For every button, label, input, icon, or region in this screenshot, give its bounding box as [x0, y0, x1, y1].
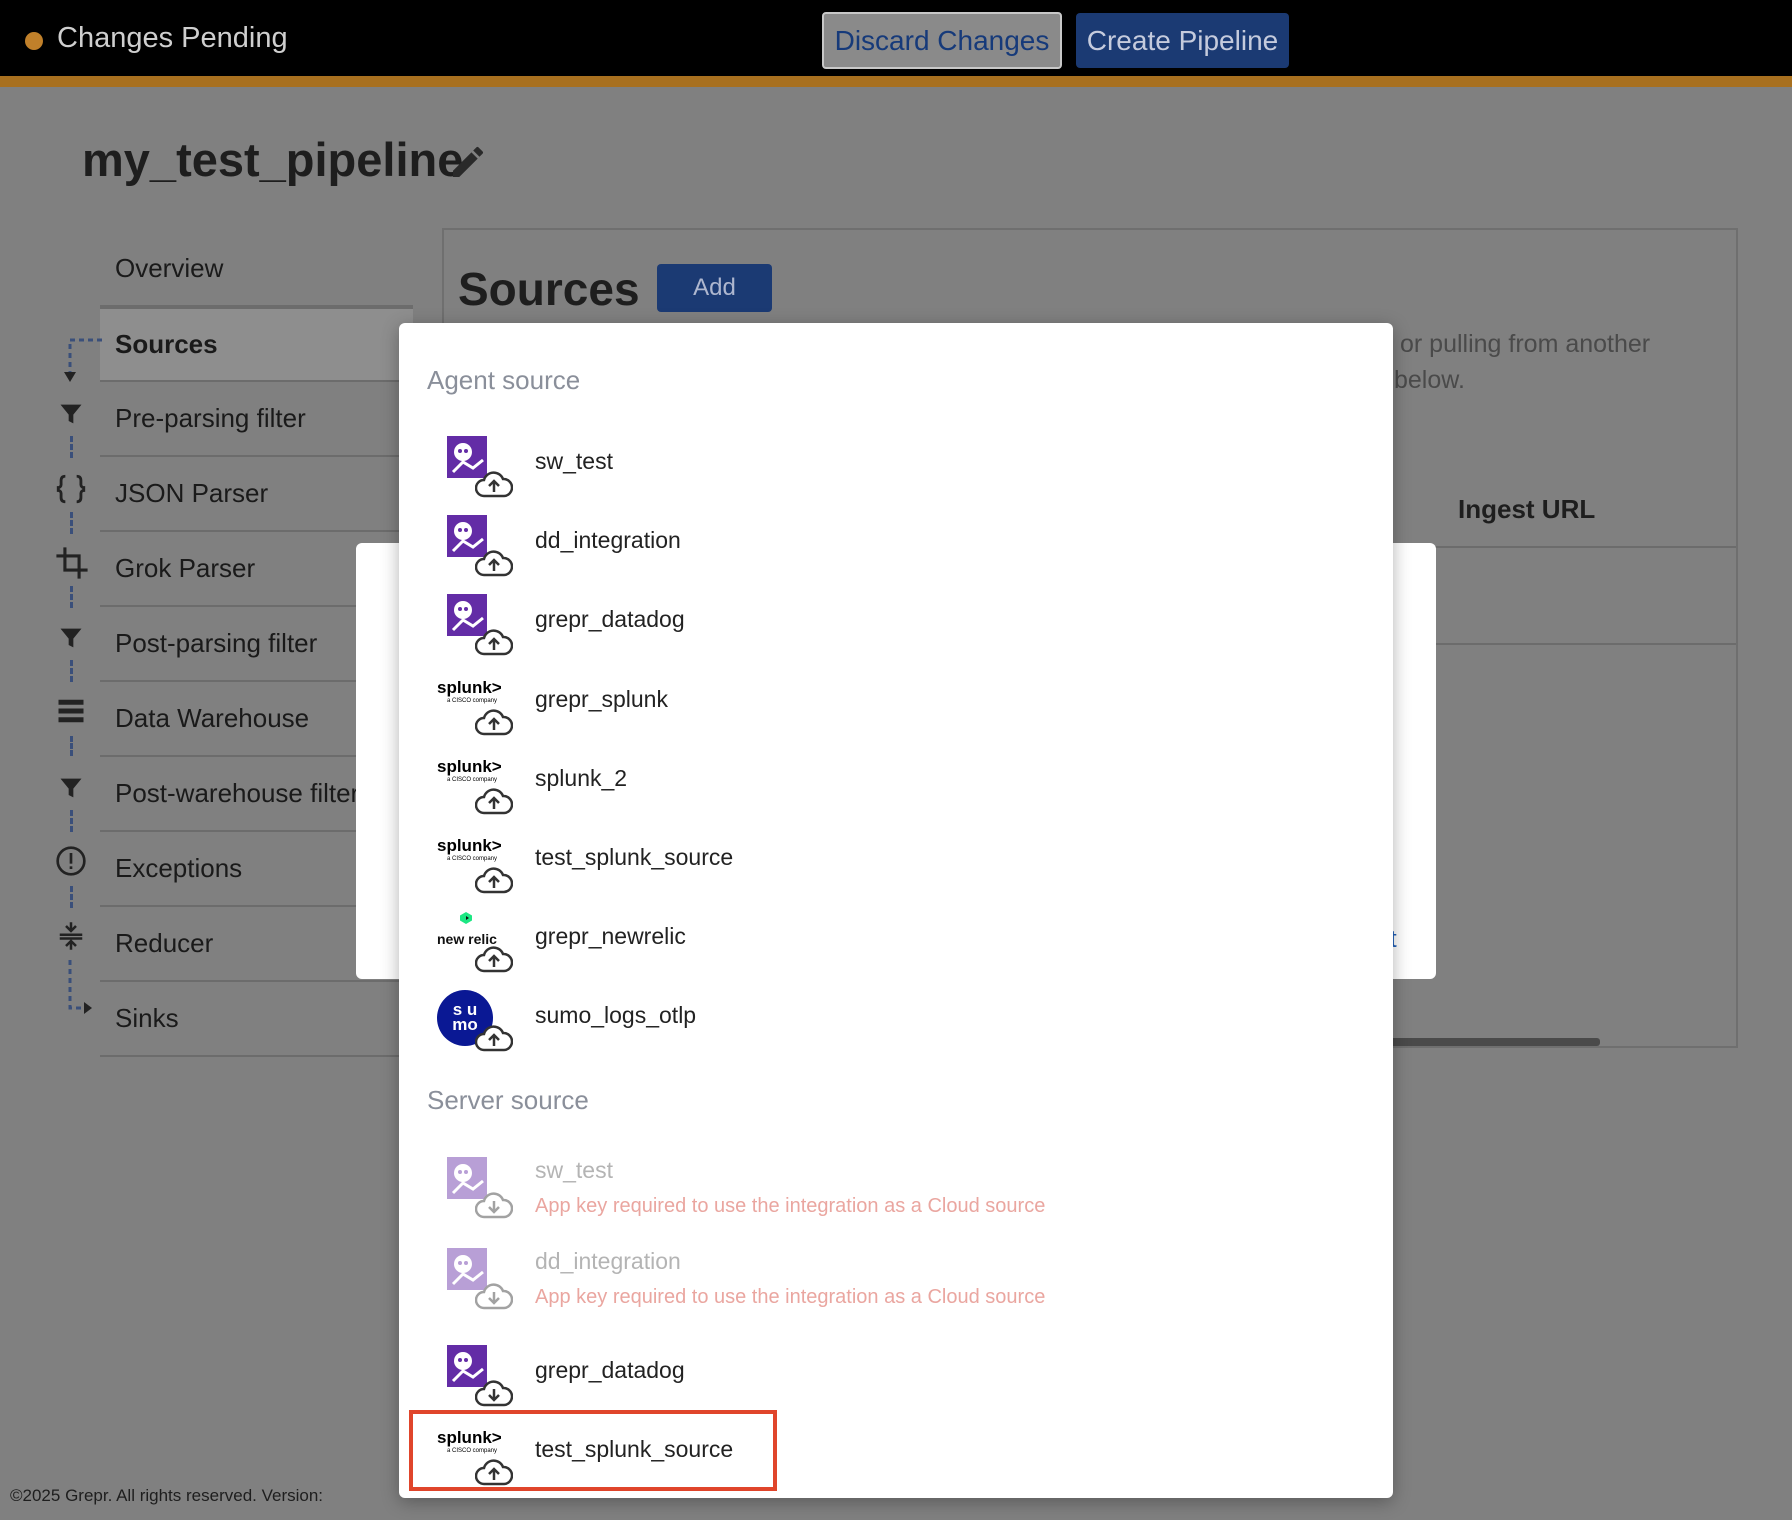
cloud-upload-icon	[475, 788, 513, 815]
create-pipeline-button[interactable]: Create Pipeline	[1076, 13, 1289, 68]
sidebar-item-sources[interactable]: Sources	[100, 307, 413, 382]
agent-source-group-label: Agent source	[427, 365, 581, 395]
server-source-option-sw-test: sw_test App key required to use the inte…	[413, 1147, 1113, 1239]
source-error-message: App key required to use the integration …	[535, 1195, 1046, 1217]
cloud-upload-icon	[475, 1025, 513, 1052]
datadog-logo-icon	[437, 1155, 515, 1227]
flow-connector	[70, 886, 73, 908]
footer-copyright: ©2025 Grepr. All rights reserved. Versio…	[10, 1486, 324, 1505]
splunk-logo-icon: splunk> a CISCO company	[437, 751, 515, 823]
source-name: grepr_splunk	[535, 686, 668, 712]
pencil-edit-icon[interactable]	[448, 142, 488, 182]
agent-source-option-sw-test[interactable]: sw_test	[413, 426, 773, 503]
flow-connector	[70, 810, 73, 832]
discard-changes-button[interactable]: Discard Changes	[822, 12, 1062, 69]
alert-circle-icon	[56, 846, 86, 876]
cloud-upload-icon	[475, 550, 513, 577]
cloud-upload-icon	[475, 867, 513, 894]
agent-source-option-grepr-newrelic[interactable]: new relic grepr_newrelic	[413, 901, 773, 978]
filter-icon	[60, 628, 82, 648]
filter-icon	[60, 778, 82, 798]
agent-source-option-sumo-logs-otlp[interactable]: s u mo sumo_logs_otlp	[413, 980, 773, 1057]
cloud-upload-icon	[475, 709, 513, 736]
source-error-message: App key required to use the integration …	[535, 1286, 1046, 1308]
sinks-flow-arrow-icon	[68, 960, 92, 1014]
source-name: sw_test	[535, 1157, 613, 1183]
agent-source-option-test-splunk-source[interactable]: splunk> a CISCO company test_splunk_sour…	[413, 822, 773, 899]
datadog-logo-icon	[437, 434, 515, 506]
flow-connector	[70, 436, 73, 458]
sources-flow-arrow-icon	[64, 338, 102, 382]
source-name: dd_integration	[535, 1248, 681, 1274]
flow-connector	[70, 512, 73, 534]
source-name: test_splunk_source	[535, 1436, 734, 1462]
sidebar-item-pre-parsing-filter[interactable]: Pre-parsing filter	[100, 382, 413, 457]
sources-heading: Sources	[458, 263, 640, 315]
table-divider	[1390, 643, 1736, 645]
cloud-upload-icon	[475, 471, 513, 498]
storage-icon	[58, 699, 84, 723]
agent-source-option-grepr-datadog[interactable]: grepr_datadog	[413, 584, 773, 661]
pipeline-title: my_test_pipeline	[82, 133, 464, 186]
cloud-download-icon	[475, 1283, 513, 1310]
source-select-menu: Agent source sw_test dd_integration grep…	[399, 323, 1393, 1498]
cloud-download-icon	[475, 1192, 513, 1219]
compress-icon	[59, 922, 83, 950]
filter-icon	[60, 404, 82, 424]
datadog-logo-icon	[437, 1246, 515, 1318]
server-source-group-label: Server source	[427, 1085, 589, 1115]
changes-pending-status: Changes Pending	[57, 22, 288, 54]
crop-icon	[56, 547, 88, 579]
splunk-logo-icon: splunk> a CISCO company	[437, 672, 515, 744]
sidebar-item-json-parser[interactable]: JSON Parser	[100, 457, 413, 532]
source-name: grepr_datadog	[535, 1357, 685, 1383]
flow-connector	[70, 586, 73, 608]
splunk-logo-icon: splunk> a CISCO company	[437, 1422, 515, 1494]
status-dot-icon	[25, 32, 43, 50]
datadog-logo-icon	[437, 1343, 515, 1415]
source-name: grepr_datadog	[535, 606, 685, 632]
server-source-option-test-splunk-source[interactable]: splunk> a CISCO company test_splunk_sour…	[409, 1410, 777, 1491]
source-name: splunk_2	[535, 765, 628, 791]
top-bar: Changes Pending Discard Changes Create P…	[0, 0, 1792, 87]
cloud-download-icon	[475, 1380, 513, 1407]
agent-source-option-grepr-splunk[interactable]: splunk> a CISCO company grepr_splunk	[413, 664, 773, 741]
sources-description-cont: below.	[1394, 366, 1465, 394]
source-name: sumo_logs_otlp	[535, 1002, 697, 1028]
sidebar-item-overview[interactable]: Overview	[100, 232, 413, 307]
sumo-logic-logo-icon: s u mo	[437, 988, 515, 1060]
agent-source-option-dd-integration[interactable]: dd_integration	[413, 505, 773, 582]
source-name: test_splunk_source	[535, 844, 734, 870]
cloud-upload-icon	[475, 1459, 513, 1486]
datadog-logo-icon	[437, 513, 515, 585]
add-source-button[interactable]: Add	[657, 264, 772, 312]
source-name: dd_integration	[535, 527, 681, 553]
cloud-upload-icon	[475, 629, 513, 656]
server-source-option-grepr-datadog[interactable]: grepr_datadog	[413, 1335, 773, 1412]
ingest-url-column-header: Ingest URL	[1458, 494, 1596, 524]
sidebar-item-sinks[interactable]: Sinks	[100, 982, 413, 1057]
braces-icon	[56, 474, 86, 504]
server-source-option-dd-integration: dd_integration App key required to use t…	[413, 1238, 1113, 1330]
flow-connector	[70, 660, 73, 682]
table-divider	[1390, 546, 1736, 548]
source-name: sw_test	[535, 448, 613, 474]
horizontal-scrollbar[interactable]	[1390, 1038, 1600, 1046]
source-name: grepr_newrelic	[535, 923, 686, 949]
sources-description: or pulling from another	[1400, 330, 1651, 358]
cloud-upload-icon	[475, 946, 513, 973]
newrelic-logo-icon: new relic	[437, 909, 515, 981]
flow-connector	[70, 736, 73, 756]
splunk-logo-icon: splunk> a CISCO company	[437, 830, 515, 902]
agent-source-option-splunk-2[interactable]: splunk> a CISCO company splunk_2	[413, 743, 773, 820]
datadog-logo-icon	[437, 592, 515, 664]
